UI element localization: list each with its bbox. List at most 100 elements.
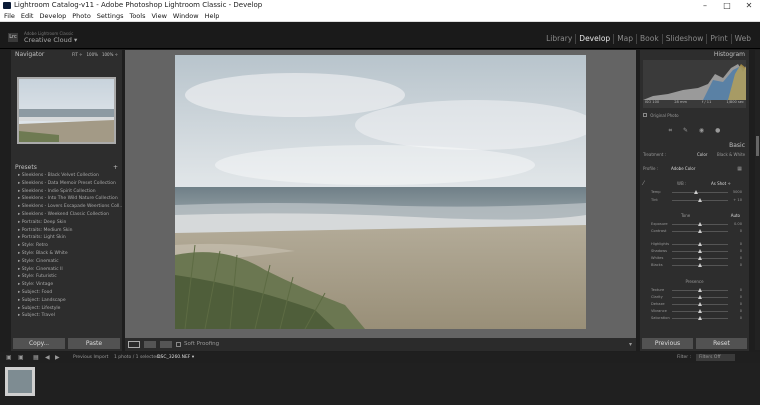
preset-folder[interactable]: ▸ Subject: Travel	[11, 312, 122, 320]
slider-clarity[interactable]: Clarity 0	[643, 294, 746, 300]
crop-tool-icon[interactable]: ⌗	[669, 127, 672, 134]
reset-button[interactable]: Reset	[696, 338, 747, 349]
profile-dropdown[interactable]: Adobe Color	[671, 165, 695, 173]
preset-folder[interactable]: ▸ Subject: Food	[11, 289, 122, 297]
filter-dropdown[interactable]: Filters Off	[696, 354, 735, 361]
close-icon[interactable]: ✕	[738, 0, 760, 11]
filmstrip-source[interactable]: Previous Import	[73, 352, 108, 363]
paste-button[interactable]: Paste	[68, 338, 120, 349]
copy-button[interactable]: Copy...	[13, 338, 65, 349]
preset-folder[interactable]: ▸ Sleeklens - Data Memoir Preset Collect…	[11, 180, 122, 188]
menu-help[interactable]: Help	[205, 11, 220, 21]
second-window-icon[interactable]: ▣	[18, 352, 24, 363]
masking-icon[interactable]: ●	[715, 127, 720, 134]
menu-edit[interactable]: Edit	[21, 11, 34, 21]
original-photo-row[interactable]: Original Photo	[643, 112, 746, 120]
slider-highlights[interactable]: Highlights 0	[643, 241, 746, 247]
slider-thumb[interactable]	[698, 309, 702, 313]
module-slideshow[interactable]: Slideshow	[661, 34, 707, 44]
forward-arrow-icon[interactable]: ▶	[55, 352, 60, 363]
menu-develop[interactable]: Develop	[39, 11, 66, 21]
preset-folder[interactable]: ▸ Portraits: Medium Skin	[11, 227, 122, 235]
module-map[interactable]: Map	[613, 34, 636, 44]
preset-folder[interactable]: ▸ Sleeklens - Weekend Classic Collection	[11, 211, 122, 219]
preset-folder[interactable]: ▸ Sleeklens - Lovers Escapade Weertions …	[11, 203, 122, 211]
preset-folder[interactable]: ▸ Portraits: Deep Skin	[11, 219, 122, 227]
wb-eyedropper-icon[interactable]: ⁄	[643, 180, 644, 187]
slider-value[interactable]: 5000	[733, 189, 742, 195]
slider-value[interactable]: 0	[740, 287, 742, 293]
slider-dehaze[interactable]: Dehaze 0	[643, 301, 746, 307]
before-after-options-icon[interactable]	[160, 341, 172, 348]
identity-title[interactable]: Creative Cloud ▾	[24, 36, 77, 44]
preset-folder[interactable]: ▸ Style: Cinematic	[11, 258, 122, 266]
main-photo[interactable]	[175, 55, 595, 330]
module-print[interactable]: Print	[706, 34, 730, 44]
slider-thumb[interactable]	[698, 288, 702, 292]
filmstrip-filename[interactable]: DSC_3260.NEF ▾	[157, 352, 194, 363]
right-panel-scrollbar[interactable]	[755, 50, 760, 350]
slider-value[interactable]: 0	[740, 308, 742, 314]
preset-folder[interactable]: ▸ Sleeklens - Indie Spirit Collection	[11, 188, 122, 196]
before-after-icon[interactable]	[144, 341, 156, 348]
module-library[interactable]: Library	[543, 34, 575, 44]
auto-tone-button[interactable]: Auto	[731, 212, 740, 220]
slider-value[interactable]: 0	[740, 248, 742, 254]
zoom-fit[interactable]: FIT ÷	[72, 50, 83, 59]
slider-thumb[interactable]	[698, 242, 702, 246]
treatment-bw[interactable]: Black & White	[717, 151, 745, 159]
preset-folder[interactable]: ▸ Style: Black & White	[11, 250, 122, 258]
menu-tools[interactable]: Tools	[129, 11, 145, 21]
slider-blacks[interactable]: Blacks 0	[643, 262, 746, 268]
spot-removal-icon[interactable]: ✎	[683, 127, 688, 134]
preset-folder[interactable]: ▸ Sleeklens - Into The Wild Nature Colle…	[11, 195, 122, 203]
slider-thumb[interactable]	[698, 316, 702, 320]
preset-folder[interactable]: ▸ Portraits: Light Skin	[11, 234, 122, 242]
original-photo-checkbox[interactable]	[643, 113, 647, 117]
slider-thumb[interactable]	[698, 229, 702, 233]
slider-tint[interactable]: Tint + 10	[643, 197, 746, 203]
filmstrip-thumbnail[interactable]	[5, 367, 35, 396]
toolbar-menu-chevron-icon[interactable]: ▾	[629, 338, 632, 351]
slider-value[interactable]: 0	[740, 262, 742, 268]
slider-thumb[interactable]	[693, 190, 698, 194]
slider-saturation[interactable]: Saturation 0	[643, 315, 746, 321]
slider-value[interactable]: 0.00	[734, 221, 742, 227]
minimize-icon[interactable]: –	[694, 0, 716, 11]
menu-view[interactable]: View	[151, 11, 166, 21]
slider-exposure[interactable]: Exposure 0.00	[643, 221, 746, 227]
module-develop[interactable]: Develop	[575, 34, 613, 44]
preset-folder[interactable]: ▸ Sleeklens - Black Velvet Collection	[11, 172, 122, 180]
module-web[interactable]: Web	[730, 34, 754, 44]
slider-thumb[interactable]	[698, 222, 702, 226]
navigator-header[interactable]: Navigator FIT ÷ 100% 100% ÷	[11, 50, 122, 59]
slider-thumb[interactable]	[698, 256, 702, 260]
slider-vibrance[interactable]: Vibrance 0	[643, 308, 746, 314]
grid-view-icon[interactable]: ▣	[6, 352, 12, 363]
slider-value[interactable]: 0	[740, 241, 742, 247]
preset-folder[interactable]: ▸ Subject: Lifestyle	[11, 305, 122, 313]
zoom-custom[interactable]: 100% ÷	[102, 50, 118, 59]
profile-browser-icon[interactable]: ▦	[737, 165, 742, 173]
loupe-view-icon[interactable]	[128, 341, 140, 348]
slider-value[interactable]: 0	[740, 228, 742, 234]
slider-value[interactable]: + 10	[733, 197, 742, 203]
red-eye-icon[interactable]: ◉	[699, 127, 704, 134]
previous-button[interactable]: Previous	[642, 338, 693, 349]
navigator-preview[interactable]	[17, 77, 116, 144]
back-arrow-icon[interactable]: ◀	[45, 352, 50, 363]
preset-folder[interactable]: ▸ Style: Vintage	[11, 281, 122, 289]
menu-settings[interactable]: Settings	[97, 11, 124, 21]
slider-whites[interactable]: Whites 0	[643, 255, 746, 261]
preset-folder[interactable]: ▸ Style: Futuristic	[11, 273, 122, 281]
histogram-header[interactable]: Histogram	[640, 50, 749, 59]
preset-folder[interactable]: ▸ Style: Retro	[11, 242, 122, 250]
menu-file[interactable]: File	[4, 11, 15, 21]
grid-icon[interactable]: ▦	[33, 352, 39, 363]
slider-track[interactable]	[672, 192, 728, 193]
menu-photo[interactable]: Photo	[72, 11, 91, 21]
slider-temp[interactable]: Temp 5000	[643, 189, 746, 195]
treatment-color[interactable]: Color	[697, 151, 707, 159]
slider-thumb[interactable]	[698, 198, 702, 202]
zoom-100[interactable]: 100%	[87, 50, 98, 59]
